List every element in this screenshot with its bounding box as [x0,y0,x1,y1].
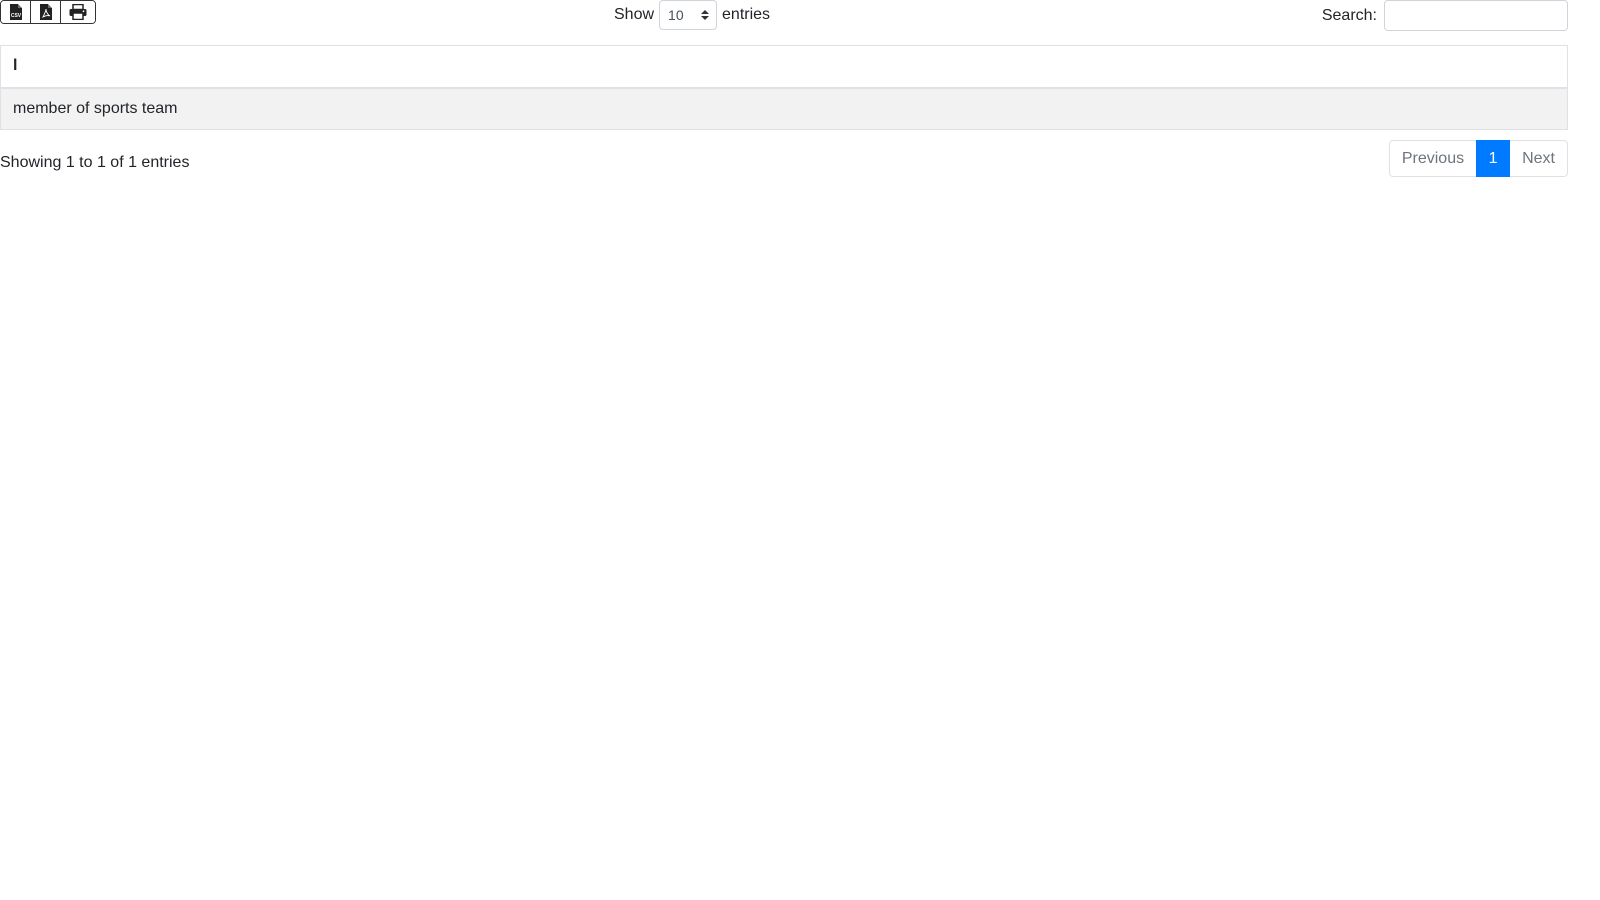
svg-text:CSV: CSV [10,13,21,19]
entries-length-control: Show 10 entries [614,0,770,30]
print-button[interactable] [61,1,95,23]
table-cell: member of sports team [0,87,1568,130]
table-info: Showing 1 to 1 of 1 entries [0,154,190,171]
entries-per-page-value: 10 [668,7,684,23]
page-1-button[interactable]: 1 [1476,140,1511,177]
data-table: l member of sports team [0,45,1568,130]
column-header-l[interactable]: l [0,45,1568,89]
csv-export-button[interactable]: CSV [1,1,31,23]
search-input[interactable] [1384,0,1568,31]
pdf-file-icon [39,4,53,20]
csv-file-icon: CSV [9,4,23,20]
show-label: Show [614,6,655,23]
entries-label: entries [722,6,771,23]
datatable-wrapper: CSV Show 10 entries Search: l member of … [0,0,1568,900]
table-row: member of sports team [0,87,1568,130]
select-arrows-icon [701,10,710,20]
table-header-row: l [0,45,1568,89]
entries-per-page-select[interactable]: 10 [659,0,718,30]
pagination: Previous 1 Next [1388,140,1568,177]
search-label: Search: [1321,7,1377,24]
previous-page-button[interactable]: Previous [1388,140,1478,177]
export-button-group: CSV [0,0,96,24]
search-control: Search: [1322,0,1568,31]
next-page-button[interactable]: Next [1509,140,1568,177]
pdf-export-button[interactable] [31,1,61,23]
print-icon [69,4,87,20]
